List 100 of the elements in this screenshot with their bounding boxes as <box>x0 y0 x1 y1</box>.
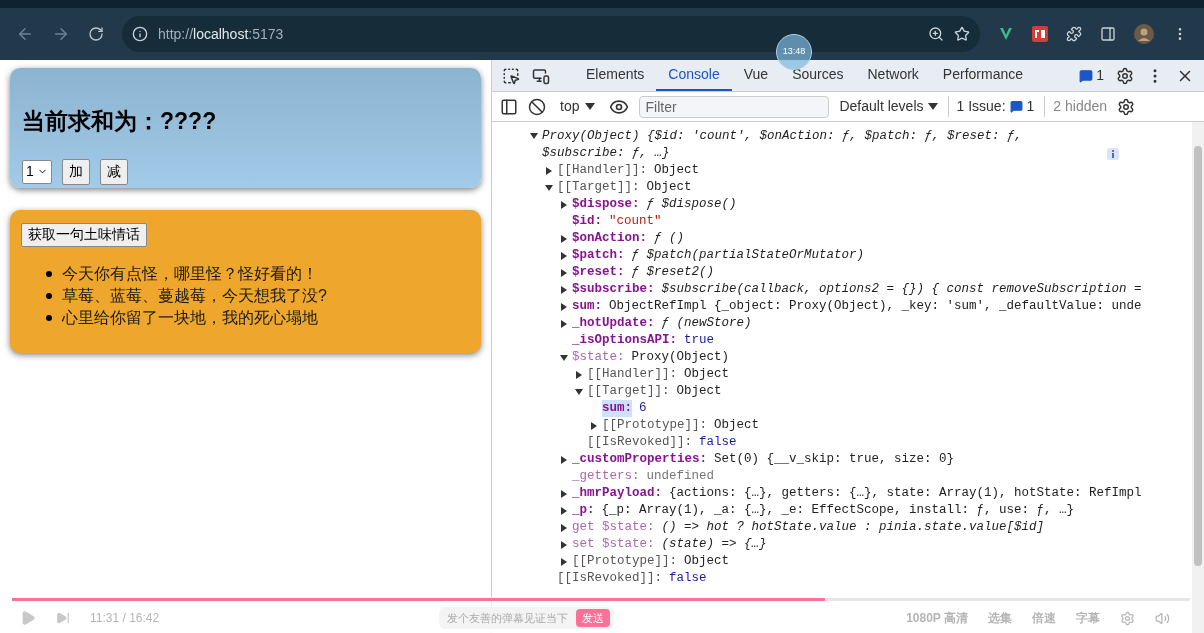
counter-button[interactable]: 减 <box>100 158 128 185</box>
property-key[interactable]: [[Target]]: <box>557 179 640 196</box>
collapsed-triangle-icon[interactable] <box>575 370 583 379</box>
console-settings-icon[interactable] <box>1117 97 1136 116</box>
property-value: undefined <box>646 468 715 485</box>
expanded-triangle-icon[interactable] <box>545 183 553 192</box>
context-select[interactable]: top <box>556 96 600 117</box>
collapsed-triangle-icon[interactable] <box>560 489 568 498</box>
property-key[interactable]: _customProperties: <box>572 451 708 468</box>
property-key[interactable]: [[Handler]]: <box>557 162 647 179</box>
collapsed-triangle-icon[interactable] <box>590 421 598 430</box>
back-icon[interactable] <box>16 25 34 43</box>
property-key[interactable]: $dispose: <box>572 196 640 213</box>
property-key[interactable]: [[IsRevoked]]: <box>587 434 693 451</box>
property-key[interactable]: set $state: <box>572 536 655 553</box>
property-value: (state) => {…} <box>661 536 767 553</box>
sidebar-toggle-icon[interactable] <box>500 97 518 116</box>
property-key[interactable]: [[Handler]]: <box>587 366 677 383</box>
property-key[interactable]: get $state: <box>572 519 655 536</box>
collapsed-triangle-icon[interactable] <box>560 523 568 532</box>
property-key[interactable]: sum: <box>572 298 602 315</box>
property-key[interactable]: $subscribe: <box>572 281 655 298</box>
collapsed-triangle-icon[interactable] <box>560 455 568 464</box>
property-key[interactable]: [[IsRevoked]]: <box>557 570 663 587</box>
property-key[interactable]: $onAction: <box>572 230 647 247</box>
collapsed-triangle-icon[interactable] <box>545 166 553 175</box>
property-key[interactable]: _hmrPayload: <box>572 485 662 502</box>
side-panel-icon[interactable] <box>1100 26 1116 42</box>
devtools-tab[interactable]: Elements <box>574 60 657 91</box>
property-value: Object <box>654 162 700 179</box>
star-icon[interactable] <box>954 26 970 42</box>
inspect-icon[interactable] <box>502 66 520 85</box>
property-key[interactable]: _getters: <box>572 468 640 485</box>
filter-field[interactable]: Filter <box>639 95 830 118</box>
expanded-triangle-icon[interactable] <box>575 387 583 396</box>
property-value: {actions: {…}, getters: {…}, state: Array(1), hotState: RefImpl <box>669 485 1142 502</box>
property-key[interactable]: $patch: <box>572 247 625 264</box>
property-key[interactable]: [[Prototype]]: <box>602 417 708 434</box>
property-value: $subscribe(callback, options2 = {}) { const removeSubscription = <box>661 281 1142 298</box>
hidden-count: 2 hidden <box>1044 96 1108 117</box>
property-value: Object <box>684 366 730 383</box>
property-value: Proxy(Object) <box>631 349 730 366</box>
expanded-triangle-icon[interactable] <box>530 132 538 140</box>
extension-icon[interactable] <box>1032 26 1048 42</box>
log-levels-dropdown[interactable]: Default levels <box>839 96 938 117</box>
property-key[interactable]: $state: <box>572 349 625 366</box>
property-value: Object <box>646 179 692 196</box>
device-toolbar-icon[interactable] <box>532 66 550 85</box>
property-key[interactable]: [[Prototype]]: <box>572 553 678 570</box>
collapsed-triangle-icon[interactable] <box>560 251 568 260</box>
property-key[interactable]: _p: <box>572 502 595 519</box>
reload-icon[interactable] <box>88 26 104 42</box>
collapsed-triangle-icon[interactable] <box>560 268 568 277</box>
fetch-button[interactable]: 获取一句土味情话 <box>21 222 147 247</box>
property-key[interactable]: $reset: <box>572 264 625 281</box>
site-info-icon[interactable] <box>132 26 148 42</box>
extension-v-icon[interactable] <box>998 26 1014 42</box>
property-value: Object <box>684 553 730 570</box>
forward-icon[interactable] <box>52 25 70 43</box>
collapsed-triangle-icon[interactable] <box>560 319 568 328</box>
playback-time: 11:31 / 16:42 <box>90 610 160 627</box>
settings-icon[interactable] <box>1116 66 1134 85</box>
collapsed-triangle-icon[interactable] <box>560 540 568 549</box>
property-value: ƒ () <box>654 230 685 247</box>
collapsed-triangle-icon[interactable] <box>560 285 568 294</box>
extensions-icon[interactable] <box>1066 26 1082 42</box>
collapsed-triangle-icon[interactable] <box>560 234 568 243</box>
profile-avatar[interactable] <box>1134 24 1154 44</box>
sum-heading: 当前求和为：???? <box>22 107 218 136</box>
property-value: false <box>669 570 707 587</box>
number-select[interactable]: 1 <box>22 159 52 184</box>
property-key[interactable]: _hotUpdate: <box>572 315 655 332</box>
property-value: () => hot ? hotState.value : pinia.state.value[$id] <box>661 519 1045 536</box>
counter-button[interactable]: 加 <box>62 158 90 185</box>
devtools-tab[interactable]: Network <box>855 60 931 91</box>
property-key[interactable]: $id: <box>572 213 602 230</box>
talk-item: 今天你有点怪，哪里怪？怪好看的！ <box>62 263 318 284</box>
property-key[interactable]: _isOptionsAPI: <box>572 332 678 349</box>
collapsed-triangle-icon[interactable] <box>560 200 568 209</box>
devtools-tab[interactable]: Performance <box>930 60 1035 91</box>
property-value: ObjectRefImpl {_object: Proxy(Object), _key: 'sum', _defaultValue: unde <box>609 298 1142 315</box>
danmaku-placeholder: 发个友善的弹幕见证当下 <box>446 610 570 626</box>
info-icon[interactable] <box>1107 148 1119 160</box>
collapsed-triangle-icon[interactable] <box>560 557 568 566</box>
scrollbar[interactable] <box>1192 122 1204 633</box>
talk-item: 心里给你留了一块地，我的死心塌地 <box>62 307 318 328</box>
message-icon <box>1079 68 1094 83</box>
object-summary[interactable]: Proxy(Object) {$id: 'count', $onAction: ƒ, $patch: ƒ, $reset: ƒ, $subscribe: ƒ, …} <box>542 128 1102 162</box>
expanded-triangle-icon[interactable] <box>560 353 568 362</box>
property-key[interactable]: [[Target]]: <box>587 383 670 400</box>
collapsed-triangle-icon[interactable] <box>560 506 568 515</box>
property-key[interactable]: sum: <box>602 400 632 417</box>
zoom-icon[interactable] <box>928 26 944 42</box>
talk-item: 草莓、蓝莓、蔓越莓，今天想我了没? <box>62 285 327 306</box>
issues-counter[interactable]: 1 <box>1079 65 1104 86</box>
property-value: ƒ (newStore) <box>661 315 752 332</box>
collapsed-triangle-icon[interactable] <box>560 302 568 311</box>
clear-console-icon[interactable] <box>528 97 546 116</box>
property-value: {_p: Array(1), _a: {…}, _e: EffectScope, install: ƒ, use: ƒ, …} <box>601 502 1075 519</box>
issues-link[interactable]: 1 Issue: 1 <box>947 96 1035 117</box>
